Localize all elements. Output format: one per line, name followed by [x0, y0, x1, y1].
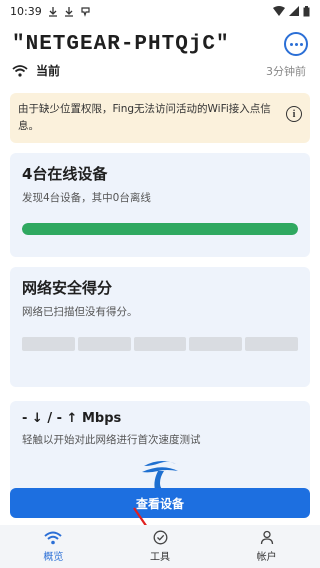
network-name: "NETGEAR-PHTQjC"	[12, 32, 230, 56]
devices-title: 4台在线设备	[22, 165, 108, 183]
devices-progress-bar	[22, 223, 298, 235]
tab-tools[interactable]: 工具	[107, 525, 214, 568]
speed-subtitle: 轻触以开始对此网络进行首次速度测试	[22, 434, 201, 446]
score-segment	[245, 337, 298, 351]
more-options-button[interactable]	[284, 32, 308, 56]
wifi-signal-icon	[273, 6, 285, 16]
devices-subtitle: 发现4台设备，其中0台离线	[22, 192, 151, 204]
security-score-card[interactable]: 网络安全得分 网络已扫描但没有得分。	[10, 267, 310, 387]
battery-icon	[303, 5, 310, 16]
header: "NETGEAR-PHTQjC"	[0, 22, 320, 56]
info-icon[interactable]: i	[286, 106, 302, 122]
app-notification-icon	[81, 6, 90, 17]
bottom-tab-bar: 概览 工具 帐户	[0, 525, 320, 568]
last-scan-time: 3分钟前	[266, 64, 306, 78]
security-score-bar	[22, 337, 298, 351]
score-segment	[133, 337, 187, 351]
download-icon	[48, 6, 57, 17]
security-subtitle: 网络已扫描但没有得分。	[22, 306, 138, 318]
devices-progress-fill	[22, 223, 298, 235]
location-permission-warning[interactable]: 由于缺少位置权限，Fing无法访问活动的WiFi接入点信息。 i	[10, 93, 310, 143]
download-icon	[64, 6, 73, 17]
check-circle-icon	[153, 530, 167, 545]
tab-label: 帐户	[256, 552, 277, 563]
wifi-icon	[44, 531, 62, 544]
status-time: 10:39	[10, 4, 42, 18]
score-segment	[77, 337, 131, 351]
tab-overview[interactable]: 概览	[0, 525, 107, 568]
security-title: 网络安全得分	[22, 279, 113, 297]
tab-label: 概览	[43, 551, 64, 563]
speed-title: - ↓ / - ↑ Mbps	[22, 411, 122, 426]
tab-account[interactable]: 帐户	[213, 525, 320, 568]
status-bar: 10:39	[0, 0, 320, 22]
view-devices-button[interactable]: 查看设备	[10, 488, 310, 518]
person-icon	[260, 530, 273, 545]
cell-signal-icon	[289, 6, 299, 16]
online-devices-card[interactable]: 4台在线设备 发现4台设备，其中0台离线	[10, 153, 310, 257]
wifi-icon	[12, 64, 28, 77]
tab-label: 工具	[150, 552, 170, 563]
connection-label: 当前	[36, 64, 61, 78]
score-segment	[189, 337, 243, 351]
score-segment	[22, 337, 75, 351]
warning-text: 由于缺少位置权限，Fing无法访问活动的WiFi接入点信息。	[18, 103, 271, 132]
connection-row: 当前 3分钟前	[0, 56, 320, 79]
